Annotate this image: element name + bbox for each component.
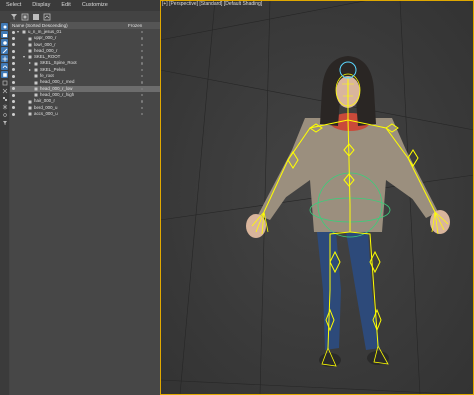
object-type-icon <box>34 87 38 91</box>
frozen-toggle-icon[interactable] <box>141 31 144 34</box>
frozen-toggle-icon[interactable] <box>141 106 144 109</box>
frozen-toggle-icon[interactable] <box>141 37 144 40</box>
frozen-toggle-icon[interactable] <box>141 49 144 53</box>
object-type-icon <box>28 55 32 59</box>
menu-bar: Select Display Edit Customize <box>0 0 160 11</box>
hidden-icon[interactable] <box>1 111 8 118</box>
object-type-icon <box>34 68 38 72</box>
filter-icon[interactable] <box>10 13 18 21</box>
layers-icon[interactable] <box>21 13 29 21</box>
frozen-toggle-icon[interactable] <box>141 62 144 65</box>
object-type-icon <box>28 106 32 110</box>
object-type-icon <box>28 100 32 104</box>
helper-icon[interactable] <box>1 55 8 62</box>
visibility-toggle-icon[interactable] <box>12 49 15 53</box>
visibility-toggle-icon[interactable] <box>12 74 15 78</box>
object-type-icon <box>28 43 32 47</box>
menu-display[interactable]: Display <box>26 0 55 11</box>
display-icon[interactable] <box>43 13 51 21</box>
object-type-icon <box>22 30 26 34</box>
viewport-label[interactable]: [+] [Perspective] [Standard] [Default Sh… <box>162 1 262 8</box>
visibility-toggle-icon[interactable] <box>12 62 15 66</box>
perspective-viewport[interactable]: [+] [Perspective] [Standard] [Default Sh… <box>160 0 474 395</box>
frozen-toggle-icon[interactable] <box>141 43 144 46</box>
shape-icon[interactable] <box>1 63 8 70</box>
visibility-toggle-icon[interactable] <box>12 112 15 116</box>
frozen-toggle-icon[interactable] <box>141 100 144 103</box>
frozen-column-header[interactable]: Frozen <box>128 22 142 29</box>
xref-icon[interactable] <box>1 87 8 94</box>
camera-icon[interactable] <box>1 31 8 38</box>
frozen-toggle-icon[interactable] <box>141 87 144 91</box>
light-icon[interactable] <box>1 39 8 46</box>
tree-row[interactable]: accs_000_u <box>10 111 160 117</box>
visibility-toggle-icon[interactable] <box>12 30 15 34</box>
menu-customize[interactable]: Customize <box>76 0 113 11</box>
name-column-header[interactable]: Name (Sorted Descending) <box>12 22 68 29</box>
object-type-icon <box>34 81 38 85</box>
group-icon[interactable] <box>1 95 8 102</box>
viewport-canvas[interactable] <box>160 0 474 395</box>
object-type-icon <box>34 74 38 78</box>
visibility-toggle-icon[interactable] <box>12 68 15 72</box>
frozen-toggle-icon[interactable] <box>141 68 144 72</box>
frozen-toggle-icon[interactable] <box>141 112 144 116</box>
visibility-toggle-icon[interactable] <box>12 93 15 97</box>
frozen-toggle-icon[interactable] <box>141 93 144 97</box>
explorer-toolbar <box>0 11 160 22</box>
frozen-icon[interactable] <box>1 103 8 110</box>
visibility-toggle-icon[interactable] <box>12 99 15 103</box>
eye-icon[interactable] <box>1 23 8 30</box>
tree-rows: ▾ u_n_m_jesus_01 uppr_000_r lowr_000_r head_… <box>10 29 160 117</box>
visibility-toggle-icon[interactable] <box>12 81 15 85</box>
visibility-toggle-icon[interactable] <box>12 43 15 47</box>
object-type-icon <box>34 62 38 66</box>
container-icon[interactable] <box>1 79 8 86</box>
bone-icon[interactable] <box>1 47 8 54</box>
visibility-toggle-icon[interactable] <box>12 106 15 110</box>
menu-select[interactable]: Select <box>0 0 26 11</box>
visibility-toggle-icon[interactable] <box>12 55 15 59</box>
visibility-toggle-icon[interactable] <box>12 36 15 40</box>
visibility-toggle-icon[interactable] <box>12 87 15 91</box>
frozen-toggle-icon[interactable] <box>141 75 144 78</box>
menu-edit[interactable]: Edit <box>55 0 75 11</box>
object-type-icon <box>28 37 32 41</box>
tree-row-label: accs_000_u <box>34 110 58 116</box>
column-header[interactable]: Name (Sorted Descending) Frozen <box>10 22 160 29</box>
filter-strip <box>0 22 9 395</box>
filter-icon[interactable] <box>1 119 8 126</box>
object-type-icon <box>28 49 32 53</box>
geometry-icon[interactable] <box>1 71 8 78</box>
scene-tree: Name (Sorted Descending) Frozen ▾ u_n_m_j… <box>10 22 160 395</box>
scene-explorer-panel: Select Display Edit Customize Name (Sort… <box>0 0 160 395</box>
frozen-toggle-icon[interactable] <box>141 81 144 84</box>
object-type-icon <box>34 93 38 97</box>
frozen-toggle-icon[interactable] <box>141 56 144 59</box>
object-type-icon <box>28 112 32 116</box>
hierarchy-icon[interactable] <box>32 13 40 21</box>
